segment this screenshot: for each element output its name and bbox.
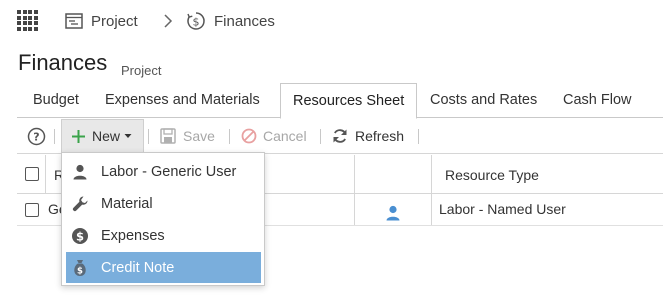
dollar-coin-icon: $ — [70, 226, 90, 246]
finances-icon: $ — [187, 12, 205, 30]
column-header-resource-type[interactable]: Resource Type — [445, 155, 539, 194]
tab-expenses-and-materials[interactable]: Expenses and Materials — [93, 83, 272, 118]
tab-resources-sheet[interactable]: Resources Sheet — [280, 83, 418, 119]
menu-item-expenses[interactable]: $ Expenses — [66, 220, 261, 251]
chevron-right-icon — [164, 14, 173, 28]
tab-bar: Budget Expenses and Materials Resources … — [17, 83, 663, 119]
help-icon: ? — [27, 127, 46, 145]
menu-item-label: Credit Note — [101, 259, 175, 276]
menu-item-labor-generic-user[interactable]: Labor - Generic User — [66, 156, 261, 187]
plus-icon — [72, 129, 85, 143]
user-icon — [385, 201, 401, 221]
svg-text:$: $ — [77, 266, 83, 276]
tab-cash-flow[interactable]: Cash Flow — [551, 83, 644, 118]
menu-item-label: Material — [101, 195, 153, 212]
breadcrumb-finances[interactable]: $ Finances — [186, 10, 275, 32]
tab-budget[interactable]: Budget — [21, 83, 91, 118]
app-grid-icon[interactable] — [17, 10, 38, 31]
menu-item-label: Expenses — [101, 227, 165, 244]
new-button-label: New — [92, 128, 121, 144]
toolbar: ? New Save Cancel Refresh — [17, 118, 663, 154]
tab-costs-and-rates[interactable]: Costs and Rates — [418, 83, 549, 118]
menu-item-material[interactable]: Material — [66, 188, 261, 219]
refresh-icon — [333, 129, 347, 143]
menu-item-credit-note[interactable]: $ Credit Note — [66, 252, 261, 283]
wrench-icon — [70, 194, 90, 214]
row-checkbox[interactable] — [25, 203, 39, 217]
breadcrumb-finances-label: Finances — [214, 12, 275, 30]
page-title: Finances — [18, 50, 108, 75]
breadcrumb-project[interactable]: Project — [65, 10, 138, 32]
caret-down-icon — [124, 134, 132, 138]
save-button[interactable]: Save — [160, 118, 215, 154]
top-bar: Project $ Finances — [0, 0, 663, 42]
cancel-button-label: Cancel — [263, 128, 307, 144]
svg-text:?: ? — [33, 130, 39, 143]
save-button-label: Save — [183, 128, 215, 144]
breadcrumb-project-label: Project — [91, 12, 138, 30]
refresh-button-label: Refresh — [355, 128, 405, 144]
new-dropdown-menu: Labor - Generic User Material $ Expenses… — [61, 152, 265, 286]
page-subtitle: Project — [121, 63, 162, 78]
svg-text:$: $ — [193, 15, 200, 28]
select-all-checkbox[interactable] — [25, 167, 39, 181]
new-button[interactable]: New — [61, 119, 144, 153]
money-bag-icon: $ — [70, 258, 90, 278]
cancel-icon — [241, 128, 257, 144]
save-icon — [160, 128, 176, 144]
svg-text:$: $ — [76, 229, 84, 243]
cancel-button[interactable]: Cancel — [241, 118, 307, 154]
refresh-button[interactable]: Refresh — [332, 118, 404, 154]
row-resource-type-cell: Labor - Named User — [439, 201, 566, 217]
project-icon — [65, 13, 83, 29]
user-icon — [70, 162, 90, 182]
help-button[interactable]: ? — [27, 118, 46, 154]
menu-item-label: Labor - Generic User — [101, 163, 237, 180]
